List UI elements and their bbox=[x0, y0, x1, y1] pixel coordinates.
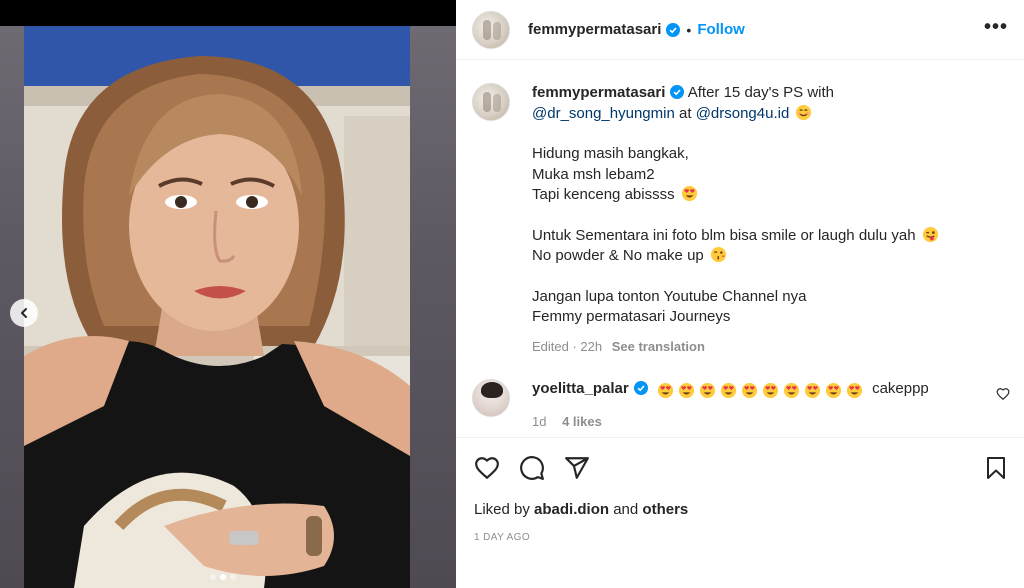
comment-likes[interactable]: 4 likes bbox=[562, 414, 602, 429]
post-side-panel: femmypermatasari • Follow ••• femmyperma… bbox=[456, 0, 1024, 588]
edited-time: Edited · 22h bbox=[532, 338, 603, 354]
caption-author-username[interactable]: femmypermatasari bbox=[532, 84, 665, 101]
liked-by-others[interactable]: others bbox=[642, 501, 688, 518]
caption-body: femmypermatasari After 15 day's PS with … bbox=[532, 83, 1002, 357]
caption-line: Tapi kenceng abissss bbox=[532, 186, 675, 203]
heart-eyes-emoji-icon bbox=[825, 382, 841, 399]
chevron-left-icon bbox=[21, 308, 27, 318]
heart-eyes-emoji-icon bbox=[762, 382, 778, 399]
more-options-button[interactable]: ••• bbox=[984, 17, 1008, 43]
action-bar bbox=[456, 438, 1024, 482]
bookmark-icon bbox=[987, 457, 1005, 479]
comment-time: 1d bbox=[532, 414, 547, 429]
carousel-dot-active bbox=[220, 574, 226, 580]
liked-by-user[interactable]: abadi.dion bbox=[534, 501, 609, 518]
author-username[interactable]: femmypermatasari bbox=[528, 21, 661, 38]
share-button[interactable] bbox=[564, 455, 590, 481]
caption-line: Jangan lupa tonton Youtube Channel nya bbox=[532, 287, 807, 305]
verified-badge-icon bbox=[633, 381, 648, 395]
caption-intro: After 15 day's PS with bbox=[687, 84, 835, 101]
post-actions-section: Liked by abadi.dion and others 1 day ago bbox=[456, 437, 1024, 588]
comment-like-heart-icon[interactable] bbox=[996, 387, 1010, 401]
post-photo[interactable] bbox=[24, 26, 410, 588]
comment-item: yoelitta_palar cakeppp 1d 4 likes bbox=[456, 379, 1024, 432]
heart-eyes-emoji-icon bbox=[720, 382, 736, 399]
heart-eyes-emoji-icon bbox=[678, 382, 694, 399]
comment-text: cakeppp bbox=[872, 380, 929, 397]
comment-body: yoelitta_palar cakeppp 1d 4 likes bbox=[532, 379, 982, 432]
save-button[interactable] bbox=[984, 455, 1008, 481]
carousel-prev-button[interactable] bbox=[10, 299, 38, 327]
heart-eyes-emoji-icon bbox=[804, 382, 820, 399]
post-date[interactable]: 1 day ago bbox=[456, 518, 1024, 543]
verified-badge-icon bbox=[666, 22, 681, 37]
caption-line: Untuk Sementara ini foto blm bisa smile … bbox=[532, 226, 916, 244]
caption-line: Muka msh lebam2 bbox=[532, 165, 655, 183]
heart-eyes-emoji-row bbox=[655, 382, 865, 402]
mention-link[interactable]: @dr_song_hyungmin bbox=[532, 105, 675, 122]
caption-author-avatar[interactable] bbox=[472, 83, 510, 121]
heart-eyes-emoji-icon bbox=[681, 185, 697, 202]
heart-eyes-emoji-icon bbox=[657, 382, 673, 399]
caption-at: at bbox=[679, 104, 692, 122]
heart-icon bbox=[475, 457, 499, 480]
post-caption: femmypermatasari After 15 day's PS with … bbox=[456, 61, 1024, 357]
carousel-dot bbox=[210, 574, 216, 580]
comment-icon bbox=[520, 456, 544, 480]
see-translation-link[interactable]: See translation bbox=[612, 339, 705, 354]
caption-line: No powder & No make up bbox=[532, 247, 704, 264]
heart-eyes-emoji-icon bbox=[846, 382, 862, 399]
like-button[interactable] bbox=[474, 455, 500, 481]
verified-badge-icon bbox=[670, 85, 685, 99]
carousel-indicator bbox=[210, 574, 236, 580]
follow-button[interactable]: Follow bbox=[697, 21, 745, 38]
post-header: femmypermatasari • Follow ••• bbox=[456, 0, 1024, 60]
heart-eyes-emoji-icon bbox=[741, 382, 757, 399]
comment-button[interactable] bbox=[519, 455, 545, 481]
header-separator: • bbox=[686, 21, 692, 38]
comments-scroll-area[interactable]: femmypermatasari After 15 day's PS with … bbox=[456, 61, 1024, 437]
commenter-avatar[interactable] bbox=[472, 379, 510, 417]
heart-eyes-emoji-icon bbox=[699, 382, 715, 399]
comment-meta: 1d 4 likes bbox=[532, 412, 982, 432]
commenter-username[interactable]: yoelitta_palar bbox=[532, 380, 629, 397]
author-avatar[interactable] bbox=[472, 10, 510, 49]
caption-line: Hidung masih bangkak, bbox=[532, 145, 689, 162]
caption-meta: Edited · 22h See translation bbox=[532, 337, 1002, 358]
kissing-emoji-icon bbox=[710, 246, 726, 263]
post-media bbox=[0, 0, 456, 588]
heart-eyes-emoji-icon bbox=[783, 382, 799, 399]
caption-line: Femmy permatasari Journeys bbox=[532, 308, 731, 325]
share-icon bbox=[565, 457, 589, 479]
winking-tongue-emoji-icon bbox=[922, 226, 938, 242]
media-top-bar bbox=[0, 0, 456, 26]
mention-link[interactable]: @drsong4u.id bbox=[696, 105, 790, 122]
carousel-dot bbox=[230, 574, 236, 580]
liked-by-prefix: Liked by bbox=[474, 501, 530, 518]
liked-by-and: and bbox=[613, 501, 639, 518]
liked-by: Liked by abadi.dion and others bbox=[456, 482, 1024, 518]
smiling-emoji-icon bbox=[796, 104, 812, 120]
